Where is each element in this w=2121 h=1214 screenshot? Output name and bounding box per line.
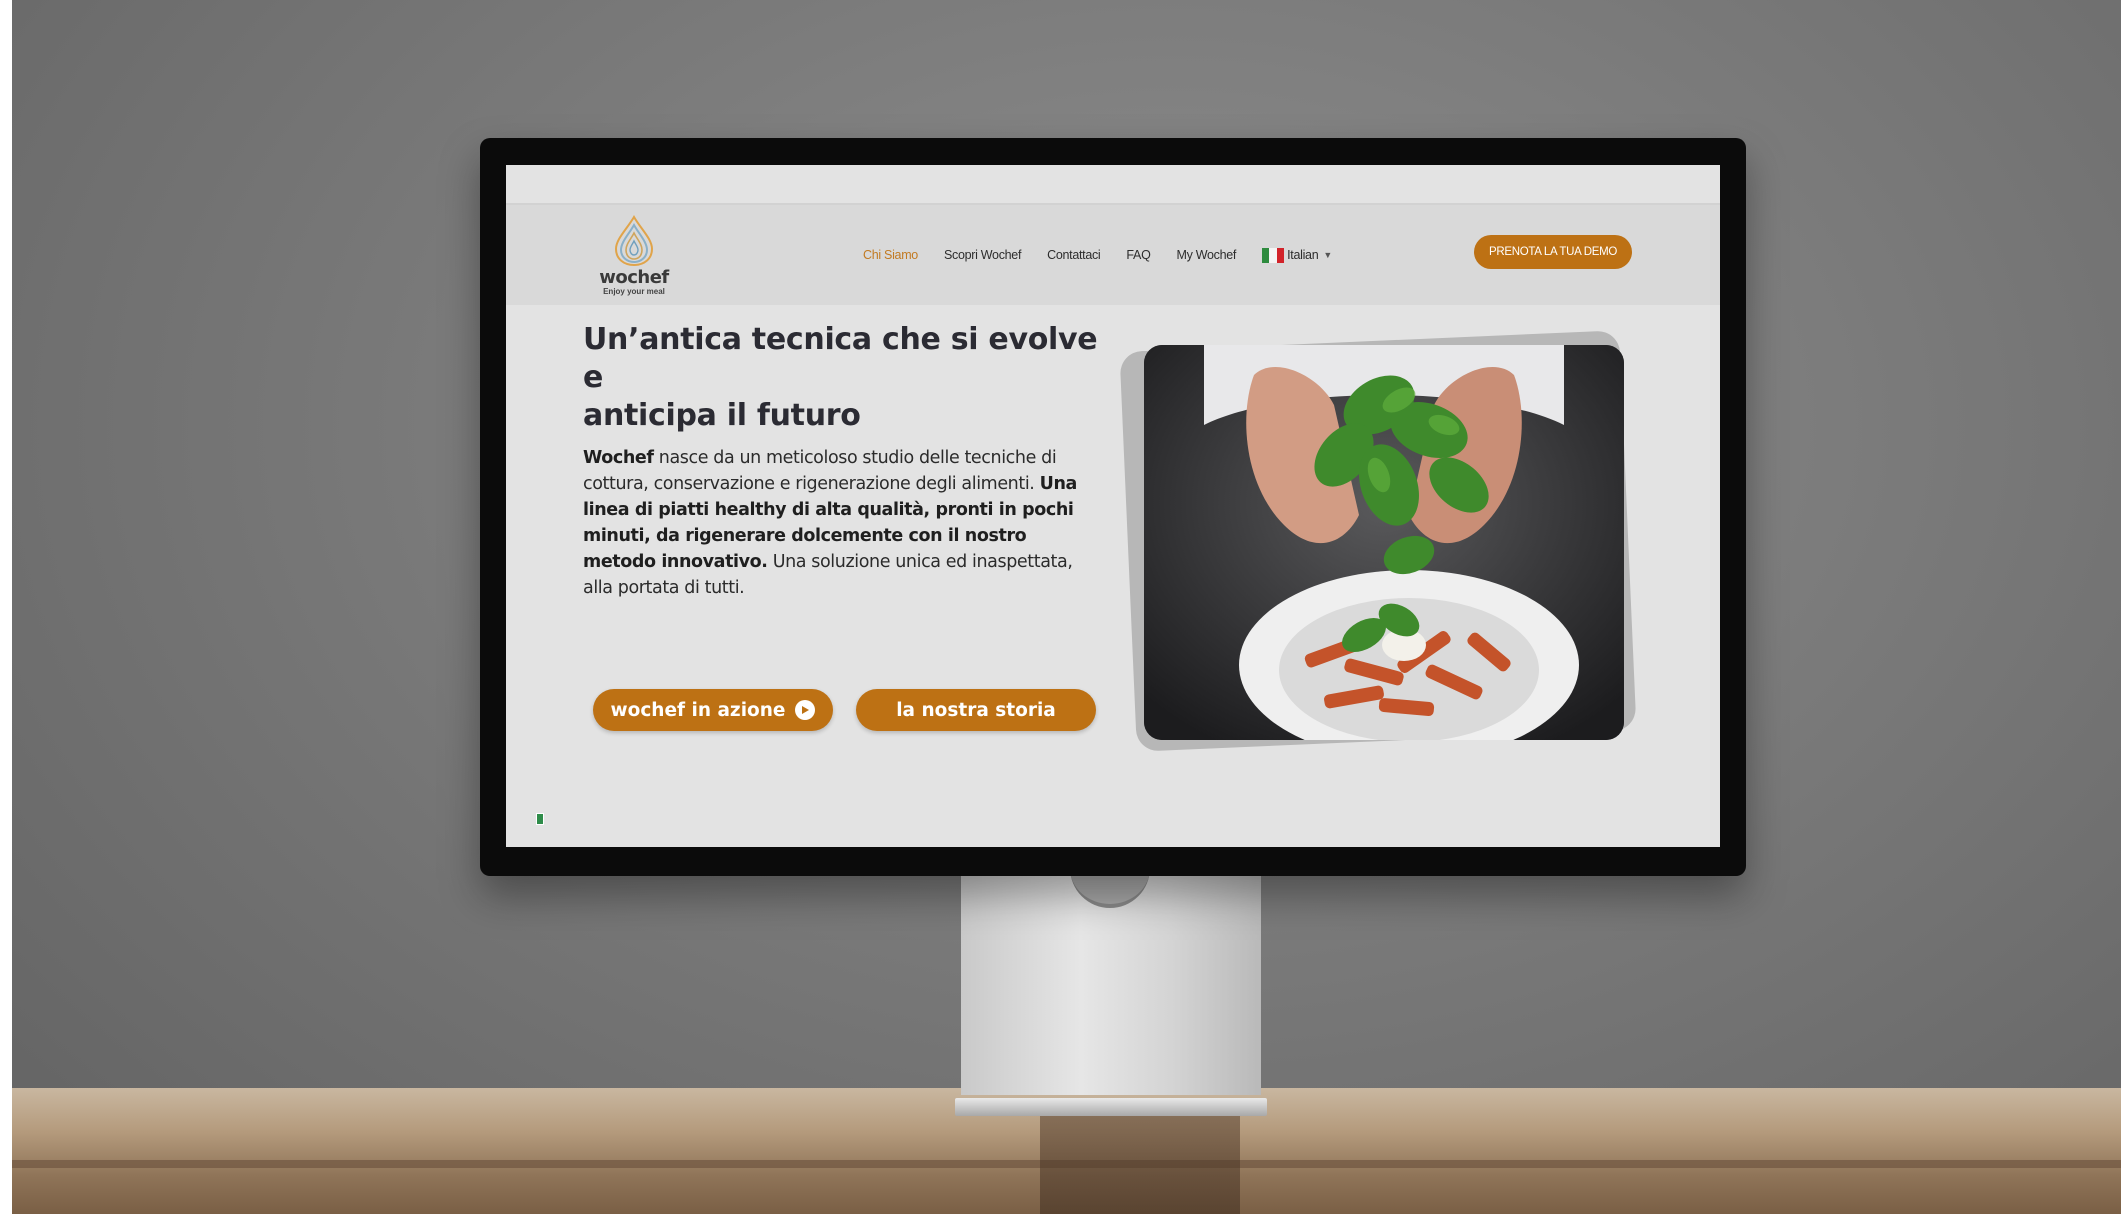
hero-brand-name: Wochef <box>583 448 654 468</box>
nav-item-my-wochef[interactable]: My Wochef <box>1177 248 1237 262</box>
cta-primary-label: wochef in azione <box>610 699 786 721</box>
nav-item-contattaci[interactable]: Contattaci <box>1047 248 1101 262</box>
hero-title-line1: Un’antica tecnica che si evolve e <box>583 322 1098 395</box>
language-selector[interactable]: Italian ▼ <box>1262 247 1332 263</box>
hero-photo-basil-pasta <box>1144 345 1624 740</box>
hero-description: Wochef nasce da un meticoloso studio del… <box>583 445 1103 601</box>
basil-pasta-illustration <box>1144 345 1624 740</box>
wochef-drop-logo-icon <box>614 215 654 267</box>
hero-title: Un’antica tecnica che si evolve e antici… <box>583 321 1123 435</box>
monitor-screen: wochef Enjoy your meal Chi Siamo Scopri … <box>506 165 1720 847</box>
site-logo[interactable]: wochef Enjoy your meal <box>594 215 674 297</box>
nav-item-faq[interactable]: FAQ <box>1126 248 1150 262</box>
nav-item-chi-siamo[interactable]: Chi Siamo <box>863 248 918 262</box>
la-nostra-storia-button[interactable]: la nostra storia <box>856 689 1096 731</box>
book-demo-button[interactable]: PRENOTA LA TUA DEMO <box>1474 235 1632 269</box>
language-label: Italian <box>1287 248 1319 262</box>
desk-shadow <box>1040 1110 1240 1214</box>
hero-body-part1: nasce da un meticoloso studio delle tecn… <box>583 448 1057 494</box>
nav-item-scopri-wochef[interactable]: Scopri Wochef <box>944 248 1021 262</box>
hero-title-line2: anticipa il futuro <box>583 398 861 433</box>
italian-flag-icon <box>1262 247 1285 263</box>
play-icon <box>795 700 816 720</box>
main-nav: Chi Siamo Scopri Wochef Contattaci FAQ M… <box>863 245 1332 265</box>
cookie-badge-icon[interactable] <box>536 813 544 825</box>
logo-tagline: Enjoy your meal <box>603 287 665 296</box>
monitor-stand-base <box>955 1098 1267 1116</box>
logo-wordmark: wochef <box>599 267 669 288</box>
wochef-in-azione-button[interactable]: wochef in azione <box>593 689 833 731</box>
chevron-down-icon: ▼ <box>1323 250 1332 260</box>
left-edge-strip <box>0 0 12 1214</box>
